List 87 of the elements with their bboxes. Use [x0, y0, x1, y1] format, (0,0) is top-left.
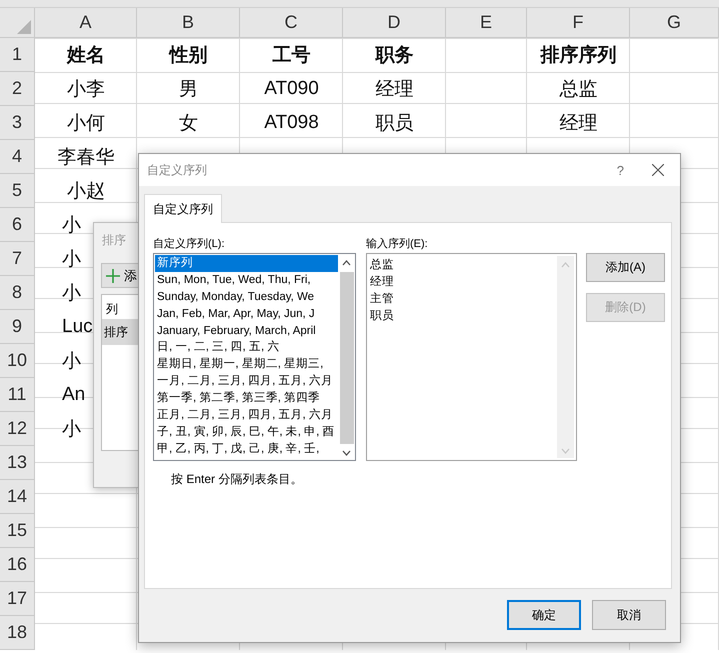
dialog-button[interactable]: 取消	[592, 600, 666, 630]
scroll-down-icon[interactable]	[342, 450, 351, 456]
scroll-down-icon	[561, 448, 570, 454]
dialog-button[interactable]: 确定	[507, 600, 581, 630]
tab[interactable]: 自定义序列	[144, 194, 222, 223]
table-cell-text: 排序序列	[540, 44, 616, 68]
table-cell-text: 经理	[376, 78, 414, 102]
list-item[interactable]: 新序列	[155, 255, 338, 272]
row-header[interactable]: 17	[0, 582, 35, 616]
column-header[interactable]: C	[240, 8, 343, 38]
column-label: 列	[106, 301, 118, 318]
table-cell: AT098	[264, 112, 319, 134]
custom-lists-label: 自定义序列(L):	[153, 236, 226, 252]
table-cell-text: 小	[62, 418, 81, 442]
add-level-button[interactable]: 添	[101, 263, 138, 288]
plus-icon	[106, 268, 120, 282]
scrollbar-thumb[interactable]	[340, 272, 354, 444]
column-header[interactable]: A	[35, 8, 137, 38]
entry-line: 职员	[370, 308, 395, 324]
row-header[interactable]: 15	[0, 514, 35, 548]
table-cell-text: 小何	[67, 112, 105, 136]
row-header[interactable]: 11	[0, 378, 35, 412]
row-header[interactable]: 18	[0, 616, 35, 650]
table-cell-text: 小	[62, 350, 81, 374]
list-item[interactable]: 正月, 二月, 三月, 四月, 五月, 六月	[155, 407, 338, 424]
sort-level-row[interactable]: 排序	[102, 319, 138, 345]
list-item[interactable]: 日, 一, 二, 三, 四, 五, 六	[155, 339, 338, 356]
scroll-up-icon	[561, 262, 570, 268]
table-cell-text: 小李	[67, 78, 105, 102]
row-header[interactable]: 6	[0, 208, 35, 242]
table-cell: An	[62, 384, 86, 406]
help-button[interactable]: ?	[616, 162, 624, 178]
row-header[interactable]: 4	[0, 140, 35, 174]
column-header[interactable]: E	[446, 8, 527, 38]
table-cell-text: 女	[179, 112, 198, 136]
table-cell-text: 小	[62, 282, 81, 306]
table-cell: Luc	[62, 316, 93, 338]
list-item[interactable]: 子, 丑, 寅, 卯, 辰, 巳, 午, 未, 申, 酉	[155, 424, 338, 441]
side-button[interactable]: 添加(A)	[586, 253, 665, 282]
table-cell-text: 职务	[376, 44, 414, 68]
row-header[interactable]: 16	[0, 548, 35, 582]
table-cell-text: 小	[62, 214, 81, 238]
dialog-title: 自定义序列	[147, 162, 208, 178]
entry-line: 总监	[370, 258, 395, 273]
table-cell-text: 性别	[170, 44, 208, 68]
list-item[interactable]: Sunday, Monday, Tuesday, We	[155, 288, 338, 306]
entry-line: 主管	[370, 291, 395, 307]
row-header[interactable]: 1	[0, 38, 35, 72]
row-header[interactable]: 3	[0, 106, 35, 140]
list-item[interactable]: January, February, March, April	[155, 322, 338, 340]
column-header[interactable]: G	[630, 8, 719, 38]
hint-text: 按 Enter 分隔列表条目。	[171, 471, 304, 488]
entries-field[interactable]: 总监 经理 主管 职员	[366, 253, 577, 461]
table-cell-text: 李春华	[58, 146, 114, 170]
table-cell-text: 姓名	[67, 44, 105, 68]
column-header[interactable]: B	[137, 8, 240, 38]
scroll-up-icon[interactable]	[342, 260, 351, 266]
row-header[interactable]: 7	[0, 242, 35, 276]
table-cell-text: 工号	[272, 44, 310, 68]
table-cell-text: 职员	[376, 112, 414, 136]
list-item[interactable]: 星期日, 星期一, 星期二, 星期三,	[155, 356, 338, 374]
row-header[interactable]: 8	[0, 276, 35, 310]
dialog-title: 排序	[102, 232, 126, 249]
row-header[interactable]: 12	[0, 412, 35, 446]
row-header[interactable]: 9	[0, 310, 35, 344]
table-cell-text: 总监	[560, 78, 598, 102]
row-header[interactable]: 13	[0, 446, 35, 480]
row-header[interactable]: 10	[0, 344, 35, 378]
column-header[interactable]: D	[343, 8, 446, 38]
custom-lists-box[interactable]	[153, 253, 356, 461]
table-cell-text: 小	[62, 248, 81, 272]
list-item[interactable]: Sun, Mon, Tue, Wed, Thu, Fri,	[155, 272, 338, 289]
row-header[interactable]: 2	[0, 72, 35, 106]
entries-label: 输入序列(E):	[366, 236, 429, 252]
table-cell: AT090	[264, 78, 319, 100]
column-header[interactable]: F	[527, 8, 630, 38]
list-item[interactable]: Jan, Feb, Mar, Apr, May, Jun, J	[155, 306, 338, 323]
list-item[interactable]: 第一季, 第二季, 第三季, 第四季	[155, 390, 338, 408]
row-header[interactable]: 5	[0, 174, 35, 208]
table-cell-text: 经理	[560, 112, 598, 136]
list-item[interactable]: 一月, 二月, 三月, 四月, 五月, 六月	[155, 373, 338, 390]
row-header[interactable]: 14	[0, 480, 35, 514]
list-item[interactable]: 甲, 乙, 丙, 丁, 戊, 己, 庚, 辛, 壬,	[155, 440, 338, 458]
table-cell-text: 小赵	[67, 180, 105, 204]
close-icon[interactable]	[652, 164, 664, 176]
table-cell-text: 男	[179, 78, 198, 102]
entry-line: 经理	[370, 274, 395, 290]
